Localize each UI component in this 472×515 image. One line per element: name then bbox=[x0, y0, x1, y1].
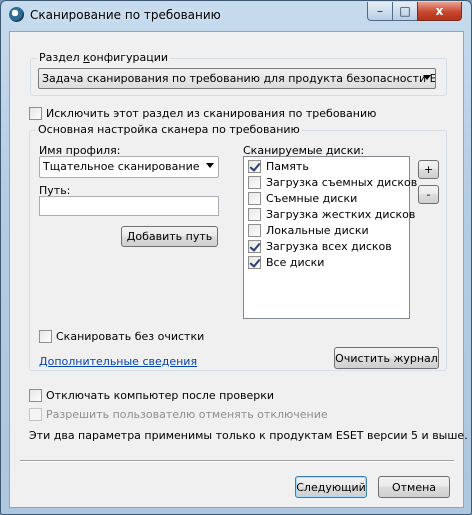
drive-label: Съемные диски bbox=[266, 192, 358, 205]
scan-without-cleaning-label: Сканировать без очистки bbox=[56, 330, 205, 343]
profile-dropdown[interactable]: Тщательное сканирование bbox=[39, 156, 219, 178]
shutdown-after-scan-checkbox[interactable] bbox=[29, 389, 42, 402]
drive-label: Загрузка съемных дисков bbox=[266, 176, 418, 189]
footer-divider bbox=[20, 460, 454, 462]
drive-checkbox[interactable] bbox=[248, 160, 261, 173]
profile-selected: Тщательное сканирование bbox=[43, 160, 200, 173]
more-info-link[interactable]: Дополнительные сведения bbox=[39, 355, 197, 368]
exclude-section-label: Исключить этот раздел из сканирования по… bbox=[46, 107, 377, 120]
add-path-button[interactable]: Добавить путь bbox=[121, 226, 218, 247]
next-button[interactable]: Следующий bbox=[295, 476, 367, 498]
drive-checkbox[interactable] bbox=[248, 208, 261, 221]
allow-cancel-shutdown-checkbox bbox=[29, 408, 42, 421]
config-section-label: Раздел конфигурации bbox=[37, 51, 171, 64]
path-input[interactable] bbox=[39, 196, 219, 216]
dialog-client-area: Раздел конфигурации Задача сканирования … bbox=[9, 31, 468, 508]
eset-app-icon bbox=[9, 7, 24, 22]
minimize-button[interactable]: – bbox=[367, 2, 393, 21]
drive-label: Локальные диски bbox=[266, 224, 369, 237]
drive-label: Память bbox=[266, 160, 309, 173]
drive-checkbox[interactable] bbox=[248, 240, 261, 253]
exclude-section-checkbox[interactable] bbox=[29, 107, 42, 120]
drive-checkbox[interactable] bbox=[248, 224, 261, 237]
title-bar[interactable]: Сканирование по требованию – □ x bbox=[1, 1, 471, 29]
add-drive-button[interactable]: + bbox=[418, 160, 439, 179]
scanned-drives-list[interactable]: Память Загрузка съемных дисков Съемные д… bbox=[243, 156, 417, 319]
drive-label: Загрузка всех дисков bbox=[266, 240, 392, 253]
allow-cancel-shutdown-label: Разрешить пользователю отменять отключен… bbox=[46, 408, 328, 421]
chevron-down-icon bbox=[206, 163, 214, 168]
drive-checkbox[interactable] bbox=[248, 176, 261, 189]
window-title: Сканирование по требованию bbox=[30, 8, 221, 22]
chevron-down-icon bbox=[423, 75, 431, 80]
config-section-selected: Задача сканирования по требованию для пр… bbox=[42, 72, 436, 85]
cancel-button[interactable]: Отмена bbox=[378, 476, 450, 498]
eset-version-note: Эти два параметра применимы только к про… bbox=[29, 429, 468, 442]
remove-drive-button[interactable]: - bbox=[418, 185, 439, 204]
dialog-window: Сканирование по требованию – □ x Раздел … bbox=[0, 0, 472, 515]
scanner-group-title: Основная настройка сканера по требованию bbox=[36, 123, 302, 136]
scan-without-cleaning-checkbox[interactable] bbox=[39, 330, 52, 343]
drive-checkbox[interactable] bbox=[248, 256, 261, 269]
drive-label: Все диски bbox=[266, 256, 325, 269]
config-section-dropdown[interactable]: Задача сканирования по требованию для пр… bbox=[38, 68, 436, 89]
shutdown-after-scan-label: Отключать компьютер после проверки bbox=[46, 389, 275, 402]
drive-checkbox[interactable] bbox=[248, 192, 261, 205]
clear-log-button[interactable]: Очистить журнал bbox=[334, 347, 439, 369]
drive-label: Загрузка жестких дисков bbox=[266, 208, 416, 221]
maximize-button[interactable]: □ bbox=[392, 2, 418, 21]
close-button[interactable]: x bbox=[417, 2, 462, 21]
